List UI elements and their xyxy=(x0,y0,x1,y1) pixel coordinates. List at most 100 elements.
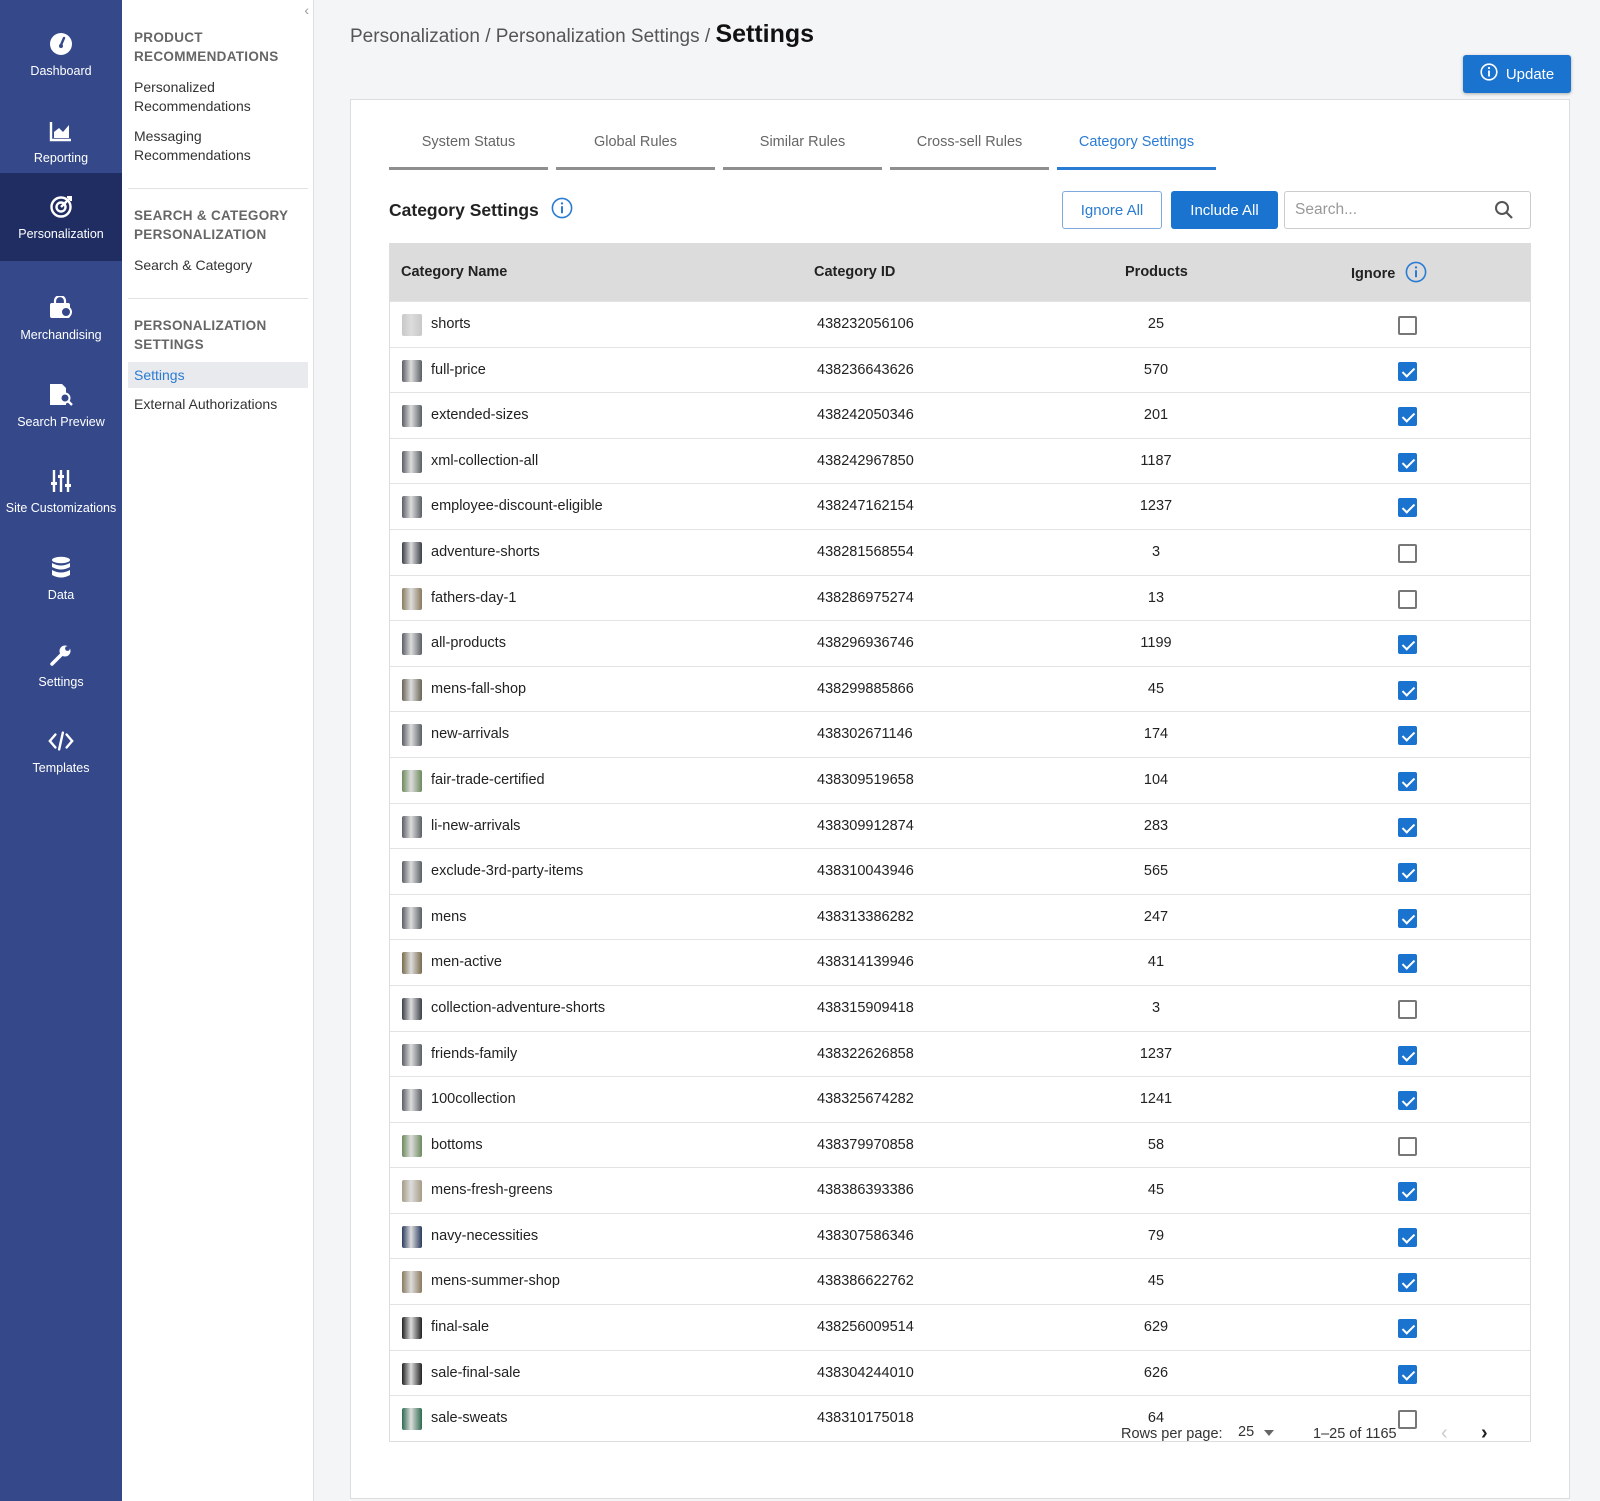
submenu-link-search-category[interactable]: Search & Category xyxy=(134,256,309,275)
submenu-heading: SEARCH & CATEGORY PERSONALIZATION xyxy=(134,208,289,242)
sliders-icon xyxy=(48,468,74,494)
category-id: 438322626858 xyxy=(817,1045,914,1062)
category-name: li-new-arrivals xyxy=(431,817,521,834)
rows-per-page-select[interactable]: 25 xyxy=(1238,1424,1275,1440)
ignore-checkbox[interactable] xyxy=(1398,361,1417,381)
submenu-link-messaging-recommendations[interactable]: Messaging Recommendations xyxy=(134,127,309,165)
ignore-checkbox[interactable] xyxy=(1398,726,1417,746)
ignore-checkbox[interactable] xyxy=(1398,1136,1417,1156)
info-icon[interactable] xyxy=(1405,261,1427,287)
ignore-checkbox[interactable] xyxy=(1398,452,1417,472)
include-all-button[interactable]: Include All xyxy=(1171,191,1278,229)
ignore-checkbox[interactable] xyxy=(1398,908,1417,928)
submenu-link-personalized-recommendations[interactable]: Personalized Recommendations xyxy=(134,78,309,116)
table-row: exclude-3rd-party-items 438310043946 565 xyxy=(390,848,1530,894)
nav-label: Templates xyxy=(32,760,90,775)
nav-item-search-preview[interactable]: Search Preview xyxy=(0,361,122,449)
ignore-checkbox[interactable] xyxy=(1398,498,1417,518)
submenu-link-external-authorizations[interactable]: External Authorizations xyxy=(134,395,309,414)
nav-item-site-customizations[interactable]: Site Customizations xyxy=(0,447,122,535)
ignore-checkbox[interactable] xyxy=(1398,1364,1417,1384)
tab-similar-rules[interactable]: Similar Rules xyxy=(723,130,882,170)
tab-global-rules[interactable]: Global Rules xyxy=(556,130,715,170)
category-thumbnail xyxy=(402,587,422,610)
table-row: li-new-arrivals 438309912874 283 xyxy=(390,802,1530,849)
nav-item-dashboard[interactable]: Dashboard xyxy=(0,10,122,98)
ignore-all-button[interactable]: Ignore All xyxy=(1062,191,1162,229)
ignore-checkbox[interactable] xyxy=(1398,863,1417,883)
category-name: employee-discount-eligible xyxy=(431,498,603,515)
settings-card: System Status Global Rules Similar Rules… xyxy=(350,99,1570,1499)
product-count: 283 xyxy=(1143,817,1169,834)
product-count: 58 xyxy=(1147,1136,1165,1153)
category-name: mens-summer-shop xyxy=(431,1273,560,1290)
tab-bar: System Status Global Rules Similar Rules… xyxy=(389,130,1216,170)
nav-item-templates[interactable]: Templates xyxy=(0,707,122,795)
table-row: new-arrivals 438302671146 174 xyxy=(390,711,1530,757)
ignore-checkbox[interactable] xyxy=(1398,680,1417,700)
update-label: Update xyxy=(1505,65,1555,83)
tab-cross-sell-rules[interactable]: Cross-sell Rules xyxy=(890,130,1049,170)
product-count: 570 xyxy=(1143,361,1169,378)
search-input[interactable] xyxy=(1285,192,1485,228)
category-thumbnail xyxy=(402,1089,422,1112)
ignore-checkbox[interactable] xyxy=(1398,543,1417,563)
divider xyxy=(128,298,308,299)
ignore-checkbox[interactable] xyxy=(1398,1227,1417,1247)
ignore-checkbox[interactable] xyxy=(1398,407,1417,427)
category-name: sale-final-sale xyxy=(431,1364,521,1381)
nav-item-data[interactable]: Data xyxy=(0,534,122,622)
nav-item-reporting[interactable]: Reporting xyxy=(0,97,122,185)
ignore-checkbox[interactable] xyxy=(1398,589,1417,609)
category-id: 438232056106 xyxy=(817,316,914,332)
ignore-checkbox[interactable] xyxy=(1398,999,1417,1019)
table-row: friends-family 438322626858 1237 xyxy=(390,1030,1530,1077)
category-name: fathers-day-1 xyxy=(431,589,517,606)
nav-item-merchandising[interactable]: Merchandising xyxy=(0,274,122,362)
category-thumbnail xyxy=(402,769,422,792)
ignore-checkbox[interactable] xyxy=(1398,316,1417,335)
submenu-link-settings[interactable]: Settings xyxy=(128,362,308,388)
category-thumbnail xyxy=(402,1271,422,1294)
rows-per-page-value: 25 xyxy=(1238,1424,1255,1440)
table-row: mens-summer-shop 438386622762 45 xyxy=(390,1258,1530,1304)
product-count: 626 xyxy=(1143,1364,1169,1381)
search-box xyxy=(1284,191,1531,229)
table-row: navy-necessities 438307586346 79 xyxy=(390,1212,1530,1259)
ignore-checkbox[interactable] xyxy=(1398,954,1417,974)
category-table: Category Name Category ID Products Ignor… xyxy=(389,243,1531,1442)
table-row: 100collection 438325674282 1241 xyxy=(390,1076,1530,1122)
tab-system-status[interactable]: System Status xyxy=(389,130,548,170)
ignore-checkbox[interactable] xyxy=(1398,1273,1417,1293)
ignore-checkbox[interactable] xyxy=(1398,1410,1417,1430)
table-row: final-sale 438256009514 629 xyxy=(390,1304,1530,1350)
next-page-button[interactable]: › xyxy=(1481,1422,1488,1445)
ignore-checkbox[interactable] xyxy=(1398,817,1417,837)
ignore-checkbox[interactable] xyxy=(1398,635,1417,655)
column-header-category-id[interactable]: Category ID xyxy=(814,264,895,280)
product-count: 1241 xyxy=(1139,1091,1173,1108)
chevron-left-icon[interactable]: ‹ xyxy=(304,2,309,18)
category-id: 438309519658 xyxy=(817,771,914,788)
product-count: 13 xyxy=(1147,589,1165,606)
nav-item-settings[interactable]: Settings xyxy=(0,621,122,709)
category-name: mens-fresh-greens xyxy=(431,1182,553,1199)
ignore-checkbox[interactable] xyxy=(1398,1091,1417,1111)
column-header-category-name[interactable]: Category Name xyxy=(401,264,507,280)
ignore-checkbox[interactable] xyxy=(1398,1182,1417,1202)
ignore-checkbox[interactable] xyxy=(1398,1319,1417,1339)
breadcrumb-path[interactable]: Personalization / Personalization Settin… xyxy=(350,26,715,47)
search-icon[interactable] xyxy=(1494,200,1514,225)
category-id: 438386622762 xyxy=(817,1273,914,1290)
table-row: xml-collection-all 438242967850 1187 xyxy=(390,437,1530,484)
update-button[interactable]: Update xyxy=(1463,55,1571,93)
prev-page-button[interactable]: ‹ xyxy=(1441,1422,1448,1445)
info-icon[interactable] xyxy=(551,197,573,224)
database-icon xyxy=(48,555,74,581)
nav-item-personalization[interactable]: Personalization xyxy=(0,173,122,261)
nav-label: Merchandising xyxy=(20,327,102,342)
column-header-products[interactable]: Products xyxy=(1125,264,1188,280)
ignore-checkbox[interactable] xyxy=(1398,771,1417,791)
tab-category-settings[interactable]: Category Settings xyxy=(1057,130,1216,170)
ignore-checkbox[interactable] xyxy=(1398,1045,1417,1065)
